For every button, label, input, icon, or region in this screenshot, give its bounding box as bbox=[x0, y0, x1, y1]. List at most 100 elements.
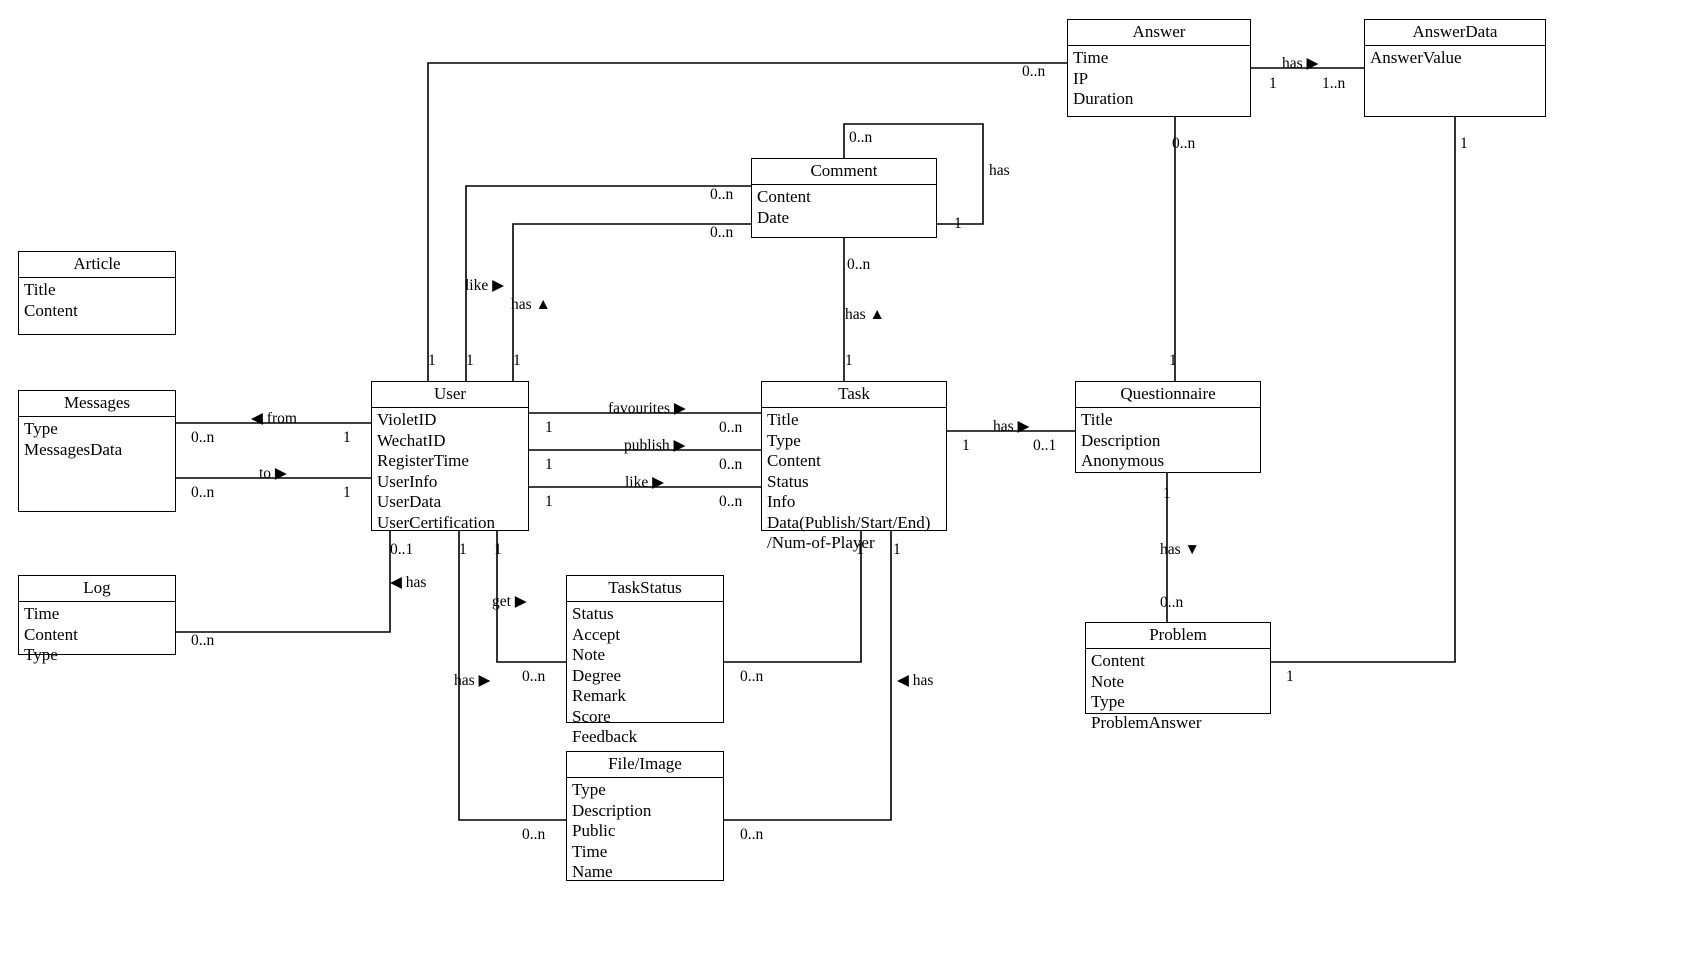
edge-label-messages-from-target-multiplicity: 1 bbox=[343, 429, 351, 446]
edge-label-task-has-questionnaire: has ▶ bbox=[993, 418, 1030, 435]
edge-answerdata-problem bbox=[1271, 117, 1456, 663]
edge-label-messages-from-source-multiplicity: 0..n bbox=[191, 429, 215, 446]
class-attribute: Note bbox=[572, 645, 606, 664]
edge-label-messages-to-source-multiplicity: 0..n bbox=[191, 484, 215, 501]
class-box-task[interactable]: Task Title Type Content Status Info Data… bbox=[761, 381, 947, 552]
class-box-questionnaire[interactable]: Questionnaire Title Description Anonymou… bbox=[1075, 381, 1261, 473]
class-box-file-image[interactable]: File/Image Type Description Public Time … bbox=[566, 751, 724, 881]
edge-label-fileimage-left-multiplicity: 0..n bbox=[522, 826, 546, 843]
edge-label-user-get-taskstatus: get ▶ bbox=[492, 593, 527, 610]
class-attribute: Time bbox=[24, 604, 60, 623]
class-attributes: Content Date bbox=[752, 185, 936, 228]
class-attribute: VioletID bbox=[377, 410, 437, 429]
class-attribute: Name bbox=[572, 862, 613, 881]
class-attribute: MessagesData bbox=[24, 439, 123, 459]
class-attribute: Date bbox=[757, 207, 790, 227]
edge-label-like-task-target-multiplicity: 0..n bbox=[719, 493, 743, 510]
edge-label-answer-has: has ▶ bbox=[1282, 55, 1319, 72]
class-attribute: Status bbox=[572, 604, 614, 623]
edge-user-answer bbox=[427, 62, 1067, 381]
class-attribute: Type bbox=[1091, 692, 1125, 711]
class-box-comment[interactable]: Comment Content Date bbox=[751, 158, 937, 238]
edge-label-comment-self-has: has bbox=[989, 162, 1010, 179]
class-box-log[interactable]: Log Time Content Type bbox=[18, 575, 176, 664]
edge-label-answer-multiplicity: 1 bbox=[1269, 75, 1277, 92]
edge-label-questionnaire-problem-target-multiplicity: 0..n bbox=[1160, 594, 1184, 611]
class-title: Task bbox=[762, 382, 946, 408]
class-box-taskstatus[interactable]: TaskStatus Status Accept Note Degree Rem… bbox=[566, 575, 724, 746]
class-attribute: Duration bbox=[1073, 89, 1134, 108]
edge-label-publish-source-multiplicity: 1 bbox=[545, 456, 553, 473]
edge-label-problem-right-multiplicity: 1 bbox=[1286, 668, 1294, 685]
class-title: User bbox=[372, 382, 528, 408]
class-title: TaskStatus bbox=[567, 576, 723, 602]
edge-label-user-top-multiplicity-b: 1 bbox=[466, 352, 474, 369]
class-attribute: Title bbox=[1081, 410, 1113, 429]
class-title: Messages bbox=[19, 391, 175, 417]
class-attribute: IP bbox=[1073, 68, 1089, 88]
class-attribute: Note bbox=[1091, 671, 1125, 691]
edge-label-comment-self-target-multiplicity: 1 bbox=[954, 215, 962, 232]
class-attribute: Title bbox=[767, 410, 799, 429]
class-attribute: Degree bbox=[572, 665, 622, 685]
class-attribute: Content bbox=[24, 300, 78, 320]
class-attributes: Content Note Type ProblemAnswer bbox=[1086, 649, 1270, 733]
class-attribute: Content bbox=[24, 624, 78, 644]
class-attribute: Anonymous bbox=[1081, 451, 1165, 470]
edge-label-taskstatus-left-multiplicity: 0..n bbox=[522, 668, 546, 685]
edge-label-favourites-target-multiplicity: 0..n bbox=[719, 419, 743, 436]
edge-label-task-bottom-multiplicity-a: 1 bbox=[856, 541, 864, 558]
class-attributes: Type MessagesData bbox=[19, 417, 175, 460]
class-attribute: Description bbox=[572, 800, 652, 820]
class-box-answer[interactable]: Answer Time IP Duration bbox=[1067, 19, 1251, 117]
class-attribute: Type bbox=[572, 780, 606, 799]
class-attribute: Description bbox=[1081, 430, 1161, 450]
class-box-problem[interactable]: Problem Content Note Type ProblemAnswer bbox=[1085, 622, 1271, 732]
class-box-messages[interactable]: Messages Type MessagesData bbox=[18, 390, 176, 512]
class-box-answerdata[interactable]: AnswerData AnswerValue bbox=[1364, 19, 1546, 117]
edge-label-answer-questionnaire-multiplicity: 0..n bbox=[1172, 135, 1196, 152]
class-title: Article bbox=[19, 252, 175, 278]
class-box-user[interactable]: User VioletID WechatID RegisterTime User… bbox=[371, 381, 529, 532]
class-attribute: Time bbox=[1073, 48, 1109, 67]
class-title: File/Image bbox=[567, 752, 723, 778]
class-attribute: Data(Publish/Start/End) bbox=[767, 512, 931, 532]
edge-label-like-task-source-multiplicity: 1 bbox=[545, 493, 553, 510]
class-attribute: Remark bbox=[572, 686, 626, 705]
class-attribute: UserCertification bbox=[377, 512, 496, 532]
edge-label-answer-user-multiplicity: 0..n bbox=[1022, 63, 1046, 80]
class-title: Comment bbox=[752, 159, 936, 185]
class-attributes: Title Type Content Status Info Data(Publ… bbox=[762, 408, 946, 554]
class-attribute: UserData bbox=[377, 492, 442, 511]
class-attribute: Content bbox=[757, 187, 811, 206]
edge-label-like-task: like ▶ bbox=[625, 474, 665, 491]
class-attribute: Score bbox=[572, 706, 611, 726]
edge-label-task-questionnaire-target-multiplicity: 0..1 bbox=[1033, 437, 1057, 454]
uml-class-diagram-canvas: Article Title Content Messages Type Mess… bbox=[0, 0, 1690, 970]
class-attributes: Time IP Duration bbox=[1068, 46, 1250, 110]
class-title: Questionnaire bbox=[1076, 382, 1260, 408]
edge-label-task-has-fileimage: ◀ has bbox=[897, 672, 934, 689]
class-title: Log bbox=[19, 576, 175, 602]
edge-label-user-has-fileimage: has ▶ bbox=[454, 672, 491, 689]
class-box-article[interactable]: Article Title Content bbox=[18, 251, 176, 335]
edge-label-comment-user-has-multiplicity: 0..n bbox=[710, 224, 734, 241]
class-attributes: AnswerValue bbox=[1365, 46, 1545, 69]
class-attribute: ProblemAnswer bbox=[1091, 712, 1202, 732]
edge-label-questionnaire-top-multiplicity: 1 bbox=[1169, 352, 1177, 369]
edge-label-user-has-log: ◀ has bbox=[390, 574, 427, 591]
edge-user-has-log bbox=[176, 531, 391, 633]
edge-label-favourites: favourites ▶ bbox=[608, 400, 686, 417]
class-attribute: Public bbox=[572, 821, 616, 840]
edge-label-questionnaire-has-problem: has ▼ bbox=[1160, 541, 1200, 558]
edge-label-user-top-multiplicity-a: 1 bbox=[428, 352, 436, 369]
class-attributes: Time Content Type bbox=[19, 602, 175, 666]
edge-label-user-bottom-multiplicity-b: 1 bbox=[494, 541, 502, 558]
edge-label-taskstatus-right-multiplicity: 0..n bbox=[740, 668, 764, 685]
class-attribute: RegisterTime bbox=[377, 451, 469, 470]
class-title: Answer bbox=[1068, 20, 1250, 46]
edge-label-task-bottom-multiplicity-b: 1 bbox=[893, 541, 901, 558]
class-attribute: WechatID bbox=[377, 430, 446, 450]
edge-label-task-questionnaire-source-multiplicity: 1 bbox=[962, 437, 970, 454]
edge-label-publish: publish ▶ bbox=[624, 437, 686, 454]
